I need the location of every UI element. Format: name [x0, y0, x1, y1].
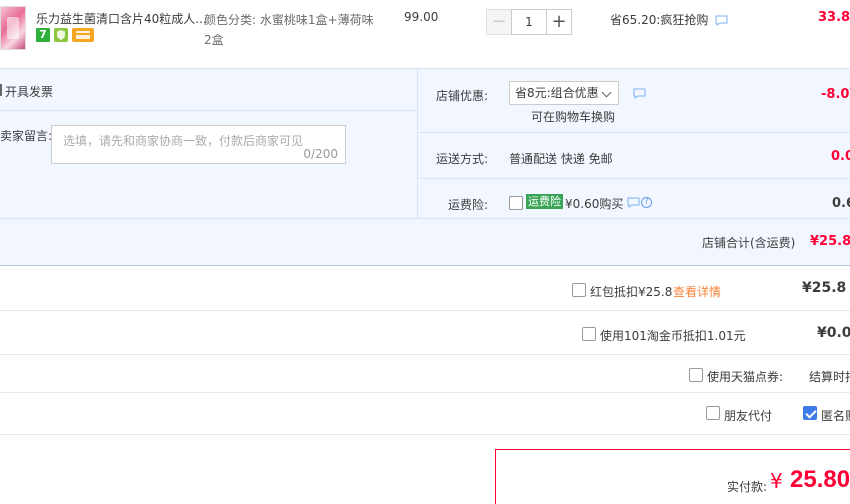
shop-total-value: ¥25.8: [810, 234, 850, 249]
product-title[interactable]: 乐力益生菌清口含片40粒成人...: [36, 10, 207, 27]
insurance-checkbox[interactable]: [509, 196, 523, 210]
insurance-price: ¥0.60购买: [565, 197, 624, 211]
chat-icon[interactable]: [715, 15, 728, 26]
shop-total-label: 店铺合计(含运费): [702, 236, 796, 250]
unit-price: 99.00: [404, 10, 439, 24]
taojinbi-text: 使用101淘金币抵扣1.01元: [600, 329, 746, 343]
redpacket-details-link[interactable]: 查看详情: [673, 283, 721, 300]
invoice-link[interactable]: 开具发票: [5, 83, 53, 100]
shipping-label: 运送方式:: [435, 152, 488, 166]
sku-label: 颜色分类:: [204, 13, 257, 27]
message-placeholder: 选填，请先和商家协商一致，付款后商家可见: [63, 134, 304, 148]
chat-icon[interactable]: [627, 197, 640, 208]
divider: [0, 218, 850, 219]
divider: [418, 178, 850, 179]
divider: [418, 132, 850, 133]
insurance-label: 运费险:: [447, 198, 488, 212]
shield-icon: [54, 28, 68, 42]
divider: [0, 392, 850, 393]
coupon-selected-value: 省8元:组合优惠: [515, 86, 599, 100]
final-payment-value: 25.80: [790, 466, 850, 493]
seller-message-input[interactable]: 选填，请先和商家协商一致，付款后商家可见 0/200: [51, 125, 346, 164]
insurance-value: 0.6: [832, 196, 850, 211]
final-payment-label: 实付款:: [727, 480, 768, 494]
coupon-discount-value: -8.0: [821, 87, 850, 102]
redpacket-amount: ¥25.8: [802, 280, 847, 296]
divider: [0, 110, 418, 111]
divider: [0, 434, 850, 435]
message-label: 卖家留言:: [0, 129, 53, 143]
shop-coupon-select[interactable]: 省8元:组合优惠: [509, 81, 619, 105]
invoice-marker: [0, 84, 2, 96]
quantity-input[interactable]: [511, 9, 547, 35]
help-icon[interactable]: ?: [641, 197, 652, 208]
coupon-label: 店铺优惠:: [435, 89, 488, 103]
currency-symbol: ¥: [770, 469, 783, 493]
tmall-points-note: 结算时扣: [809, 370, 850, 384]
card-icon: [72, 28, 94, 42]
shipping-method: 普通配送 快递 免邮: [509, 152, 613, 166]
tmall-points-checkbox[interactable]: [689, 368, 703, 382]
insurance-tag: 运费险: [526, 194, 563, 209]
quantity-increase-button[interactable]: +: [546, 9, 572, 35]
anonymous-label: 匿名购: [821, 409, 850, 423]
promotion-text: 省65.20:疯狂抢购: [610, 13, 709, 27]
chat-icon[interactable]: [633, 88, 646, 99]
taojinbi-checkbox[interactable]: [582, 327, 596, 341]
anonymous-checkbox[interactable]: [803, 406, 817, 420]
seven-day-return-badge: 7: [36, 28, 50, 42]
product-thumbnail[interactable]: [0, 6, 26, 50]
taojinbi-amount: ¥0.0: [817, 325, 850, 341]
divider: [0, 310, 850, 311]
friend-pay-label: 朋友代付: [724, 409, 773, 423]
shipping-cost: 0.0: [831, 149, 850, 164]
chevron-down-icon: [601, 87, 612, 98]
message-char-count: 0/200: [303, 147, 338, 161]
friend-pay-checkbox[interactable]: [706, 406, 720, 420]
divider: [0, 354, 850, 355]
promotion-info: 省65.20:疯狂抢购: [610, 11, 728, 28]
line-total: 33.8: [818, 10, 850, 25]
tmall-points-text: 使用天猫点券:: [707, 370, 784, 384]
redpacket-text: 红包抵扣¥25.8: [590, 285, 673, 299]
redpacket-checkbox[interactable]: [572, 283, 586, 297]
quantity-decrease-button[interactable]: −: [486, 9, 512, 35]
sku-info: 颜色分类: 水蜜桃味1盒+薄荷味2盒: [204, 10, 374, 50]
coupon-hint: 可在购物车换购: [531, 110, 616, 124]
